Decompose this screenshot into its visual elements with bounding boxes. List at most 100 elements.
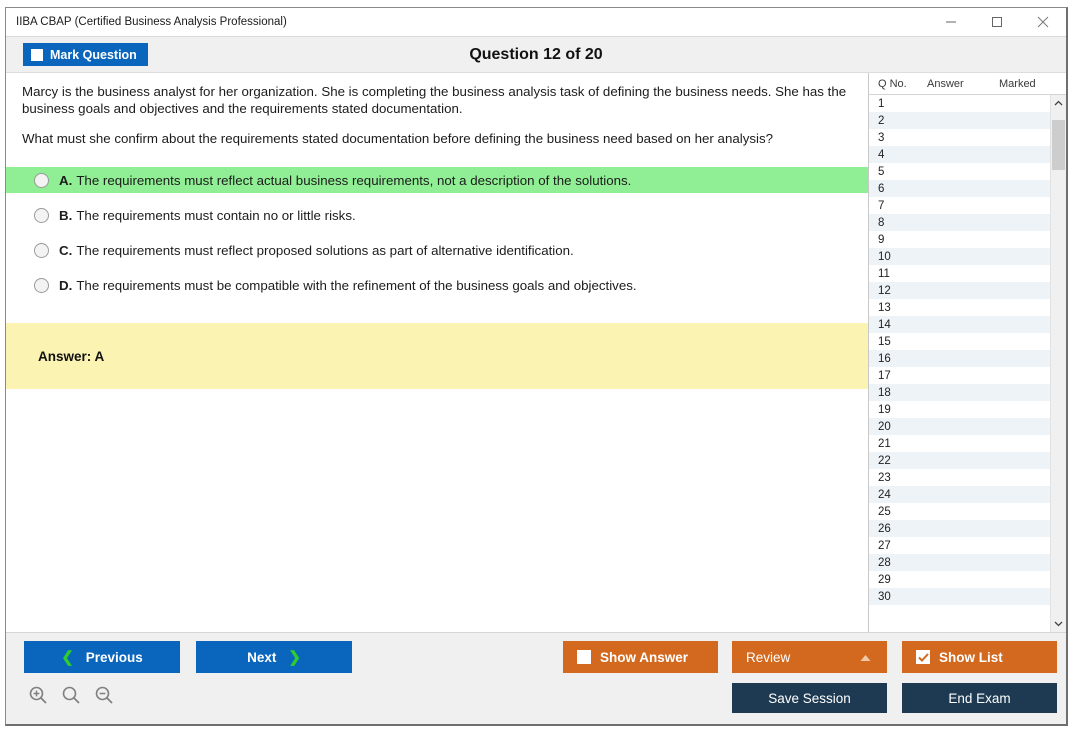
question-list-row[interactable]: 2 xyxy=(869,112,1050,129)
row-question-number: 7 xyxy=(878,199,885,212)
mark-question-checkbox-icon xyxy=(31,48,43,61)
question-list-row[interactable]: 20 xyxy=(869,418,1050,435)
previous-label: Previous xyxy=(85,649,143,665)
chevron-right-icon: ❯ xyxy=(288,648,301,666)
show-list-label: Show List xyxy=(939,649,1003,665)
title-bar: IIBA CBAP (Certified Business Analysis P… xyxy=(6,8,1066,37)
question-pane: Marcy is the business analyst for her or… xyxy=(6,73,868,632)
row-question-number: 11 xyxy=(878,267,890,280)
question-list-row[interactable]: 1 xyxy=(869,95,1050,112)
previous-button[interactable]: ❮ Previous xyxy=(24,641,180,673)
question-list-row[interactable]: 15 xyxy=(869,333,1050,350)
question-list-row[interactable]: 17 xyxy=(869,367,1050,384)
answer-option-c[interactable]: C. The requirements must reflect proposed… xyxy=(22,237,856,263)
question-list-row[interactable]: 7 xyxy=(869,197,1050,214)
question-list-row[interactable]: 3 xyxy=(869,129,1050,146)
question-list-row[interactable]: 11 xyxy=(869,265,1050,282)
question-list-row[interactable]: 6 xyxy=(869,180,1050,197)
answer-option-d[interactable]: D. The requirements must be compatible wi… xyxy=(22,272,856,298)
review-label: Review xyxy=(746,649,791,665)
row-question-number: 21 xyxy=(878,437,891,450)
question-list-scrollbar[interactable] xyxy=(1050,95,1066,632)
question-list-row[interactable]: 25 xyxy=(869,503,1050,520)
scrollbar-thumb[interactable] xyxy=(1052,120,1065,170)
scroll-up-icon[interactable] xyxy=(1051,95,1066,112)
chevron-up-icon xyxy=(860,650,871,665)
question-list-row[interactable]: 23 xyxy=(869,469,1050,486)
zoom-in-icon[interactable] xyxy=(26,683,50,707)
zoom-out-icon[interactable] xyxy=(92,683,116,707)
question-list-header: Q No. Answer Marked xyxy=(869,73,1066,95)
answer-reveal-box: Answer: A xyxy=(6,323,868,389)
row-question-number: 22 xyxy=(878,454,891,467)
row-question-number: 14 xyxy=(878,318,891,331)
window-title: IIBA CBAP (Certified Business Analysis P… xyxy=(16,16,287,28)
close-icon[interactable] xyxy=(1020,8,1066,37)
row-question-number: 13 xyxy=(878,301,891,314)
option-letter: B. xyxy=(59,207,73,223)
row-question-number: 5 xyxy=(878,165,885,178)
exam-window: IIBA CBAP (Certified Business Analysis P… xyxy=(5,7,1068,726)
row-question-number: 1 xyxy=(878,97,885,110)
radio-icon[interactable] xyxy=(34,242,49,258)
radio-icon[interactable] xyxy=(34,207,49,223)
exam-footer: ❮ Previous Next ❯ Show Answer Review Sho… xyxy=(6,632,1066,724)
question-list-row[interactable]: 24 xyxy=(869,486,1050,503)
show-answer-button[interactable]: Show Answer xyxy=(563,641,718,673)
maximize-icon[interactable] xyxy=(974,8,1020,37)
question-list-row[interactable]: 14 xyxy=(869,316,1050,333)
row-question-number: 19 xyxy=(878,403,891,416)
question-counter-title: Question 12 of 20 xyxy=(469,45,603,63)
question-list-row[interactable]: 29 xyxy=(869,571,1050,588)
option-letter: A. xyxy=(59,172,73,188)
question-list-row[interactable]: 28 xyxy=(869,554,1050,571)
review-dropdown-button[interactable]: Review xyxy=(732,641,887,673)
scroll-down-icon[interactable] xyxy=(1051,615,1066,632)
question-list-row[interactable]: 9 xyxy=(869,231,1050,248)
option-letter: D. xyxy=(59,277,73,293)
question-list-row[interactable]: 22 xyxy=(869,452,1050,469)
show-list-button[interactable]: Show List xyxy=(902,641,1057,673)
row-question-number: 10 xyxy=(878,250,891,263)
zoom-reset-icon[interactable] xyxy=(59,683,83,707)
option-text: The requirements must reflect proposed s… xyxy=(76,242,574,258)
row-question-number: 25 xyxy=(878,505,891,518)
column-header-answer: Answer xyxy=(927,77,964,90)
answer-option-a[interactable]: A. The requirements must reflect actual b… xyxy=(6,167,868,193)
question-list-row[interactable]: 5 xyxy=(869,163,1050,180)
end-exam-button[interactable]: End Exam xyxy=(902,683,1057,713)
next-label: Next xyxy=(247,649,277,665)
question-list-row[interactable]: 21 xyxy=(869,435,1050,452)
question-list-row[interactable]: 30 xyxy=(869,588,1050,605)
option-text: The requirements must be compatible with… xyxy=(76,277,637,293)
show-list-checkbox-icon xyxy=(916,650,930,664)
option-text: The requirements must reflect actual bus… xyxy=(76,172,632,188)
row-question-number: 3 xyxy=(878,131,885,144)
question-list-row[interactable]: 16 xyxy=(869,350,1050,367)
question-list-row[interactable]: 26 xyxy=(869,520,1050,537)
mark-question-button[interactable]: Mark Question xyxy=(23,43,148,66)
radio-icon[interactable] xyxy=(34,172,49,188)
question-list-row[interactable]: 13 xyxy=(869,299,1050,316)
answer-option-b[interactable]: B. The requirements must contain no or li… xyxy=(22,202,856,228)
option-letter: C. xyxy=(59,242,73,258)
minimize-icon[interactable] xyxy=(928,8,974,37)
question-list-row[interactable]: 8 xyxy=(869,214,1050,231)
question-list-row[interactable]: 10 xyxy=(869,248,1050,265)
row-question-number: 8 xyxy=(878,216,885,229)
question-list-row[interactable]: 12 xyxy=(869,282,1050,299)
next-button[interactable]: Next ❯ xyxy=(196,641,352,673)
zoom-toolbar xyxy=(26,683,116,707)
row-question-number: 4 xyxy=(878,148,885,161)
save-session-button[interactable]: Save Session xyxy=(732,683,887,713)
row-question-number: 23 xyxy=(878,471,891,484)
question-list-row[interactable]: 18 xyxy=(869,384,1050,401)
question-list-panel: Q No. Answer Marked 1 2 3 4 5 6 7 8 9 10 11 12 13 14 1… xyxy=(868,73,1066,632)
question-list-row[interactable]: 27 xyxy=(869,537,1050,554)
row-question-number: 24 xyxy=(878,488,891,501)
row-question-number: 16 xyxy=(878,352,891,365)
question-list-row[interactable]: 4 xyxy=(869,146,1050,163)
radio-icon[interactable] xyxy=(34,277,49,293)
scrollbar-track[interactable] xyxy=(1051,112,1066,615)
question-list-row[interactable]: 19 xyxy=(869,401,1050,418)
